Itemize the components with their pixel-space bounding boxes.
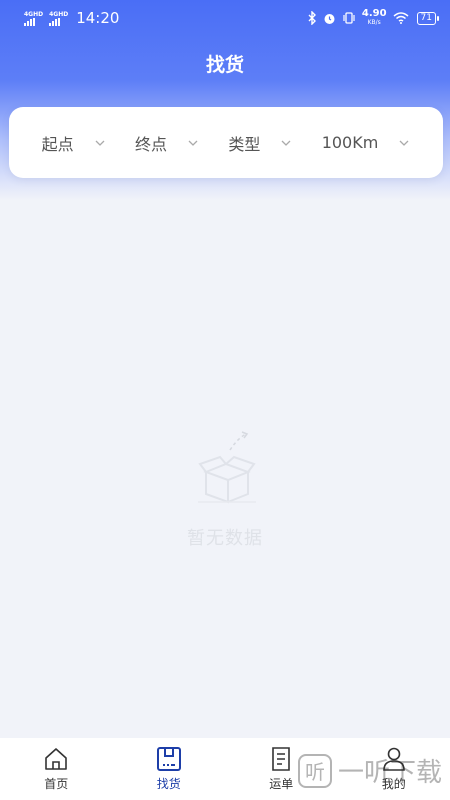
filter-type-label: 类型 [228,134,261,154]
chevron-down-icon [95,140,105,146]
home-icon [45,748,68,770]
tab-find-cargo[interactable]: 找货 [113,738,226,800]
alarm-icon [324,13,335,24]
tab-home[interactable]: 首页 [0,738,113,800]
chevron-down-icon [188,140,198,146]
page-title: 找货 [205,54,244,76]
filter-destination[interactable]: 终点 [135,131,199,155]
document-icon [272,747,291,771]
filter-destination-label: 终点 [135,134,168,154]
battery-level: 71 [420,12,432,23]
network-speed: 4.90 KB/s [362,9,387,27]
filter-origin-label: 起点 [41,134,74,154]
tab-home-label: 首页 [44,777,69,791]
empty-box-icon [198,431,256,504]
tab-profile-label: 我的 [381,777,406,791]
filter-type[interactable]: 类型 [228,131,292,155]
filter-distance[interactable]: 100Km [322,133,411,152]
battery-icon: 71 [416,11,440,25]
filter-distance-label: 100Km [321,133,379,152]
sim1-label: 4GHD [24,10,44,18]
bottom-tab-bar: 首页 找货 运单 我的 [0,738,450,800]
empty-state: 暂无数据 [0,430,450,550]
tab-find-cargo-label: 找货 [156,777,181,791]
chevron-down-icon [281,140,291,146]
status-bar: 4GHD 4GHD 14:20 4.90 KB/s 71 [0,0,450,36]
cargo-box-icon [156,747,181,771]
tab-profile[interactable]: 我的 [338,738,450,800]
network-speed-unit: KB/s [367,19,381,26]
tab-waybill-label: 运单 [269,777,294,791]
empty-state-text: 暂无数据 [187,528,263,549]
chevron-down-icon [399,140,409,146]
signal-icon: 4GHD [24,11,43,26]
filter-bar: 起点 终点 类型 100Km [9,107,443,178]
wifi-icon [393,12,409,24]
tab-waybill[interactable]: 运单 [225,738,338,800]
vibrate-icon [343,12,355,24]
network-speed-value: 4.90 [361,8,387,19]
filter-origin[interactable]: 起点 [42,131,106,155]
sim2-label: 4GHD [49,10,69,18]
profile-icon [382,747,405,771]
signal-icon: 4GHD [49,11,68,26]
bluetooth-icon [308,11,316,25]
clock: 14:20 [76,9,120,27]
